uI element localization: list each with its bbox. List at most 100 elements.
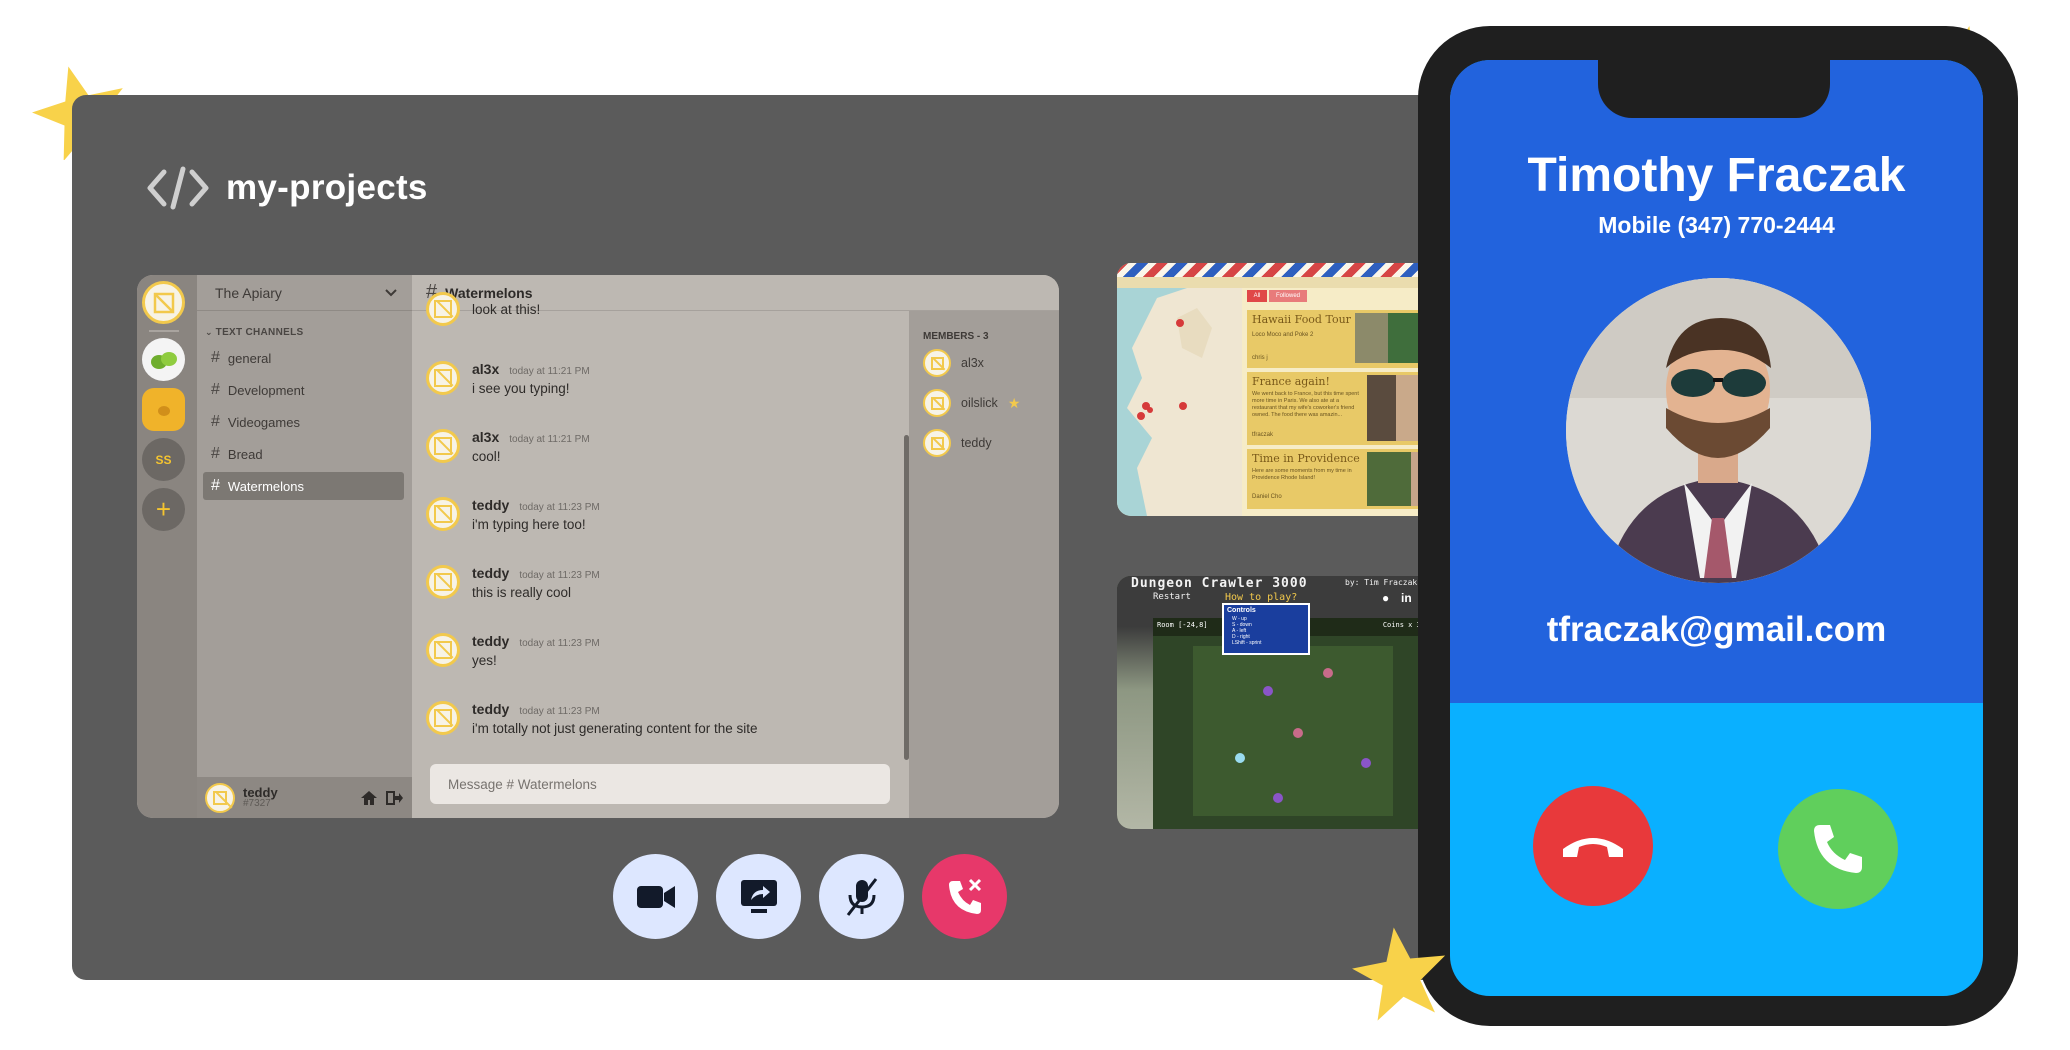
post-author: chris j xyxy=(1252,355,1268,361)
message-avatar xyxy=(426,429,460,463)
message-author[interactable]: teddy xyxy=(472,497,509,513)
screen-share-button[interactable] xyxy=(716,854,801,939)
member-list: MEMBERS - 3 al3x oilslick ★ teddy xyxy=(909,311,1059,818)
message-author[interactable]: al3x xyxy=(472,361,499,377)
message: teddy today at 11:23 PM this is really coo… xyxy=(426,565,896,600)
message-author[interactable]: teddy xyxy=(472,565,509,581)
message: look at this! xyxy=(426,292,896,326)
chat-channel-name: Watermelons xyxy=(445,284,533,301)
add-server-icon[interactable]: + xyxy=(142,488,185,531)
enemy-sprite xyxy=(1323,668,1333,678)
server-bee-icon[interactable] xyxy=(142,388,185,431)
message-author[interactable]: al3x xyxy=(472,429,499,445)
post-title: France again! xyxy=(1252,375,1330,388)
member-item[interactable]: teddy xyxy=(923,429,992,457)
message-text: cool! xyxy=(472,449,501,464)
channel-sidebar: The Apiary ⌄ TEXT CHANNELS # general # Dev… xyxy=(197,275,412,818)
filter-followed-button[interactable]: Followed xyxy=(1269,290,1307,302)
message-text: look at this! xyxy=(472,302,541,317)
chat-pane: # Watermelons look at this! al3x today at… xyxy=(412,275,1059,818)
chat-app-preview[interactable]: SS + The Apiary ⌄ TEXT CHANNELS # general… xyxy=(137,275,1059,818)
user-avatar[interactable] xyxy=(205,782,235,813)
game-byline: by: Tim Fraczak xyxy=(1345,578,1418,587)
user-bar: teddy #7327 xyxy=(197,777,412,818)
post-title: Time in Providence xyxy=(1252,452,1360,465)
enemy-sprite xyxy=(1293,728,1303,738)
logout-icon[interactable] xyxy=(386,790,404,806)
server-header[interactable]: The Apiary xyxy=(197,275,412,311)
member-avatar xyxy=(923,389,951,417)
contact-email[interactable]: tfraczak@gmail.com xyxy=(1450,610,1983,650)
message-text: i'm totally not just generating content … xyxy=(472,721,758,736)
server-list: SS + xyxy=(137,275,197,818)
game-title: Dungeon Crawler 3000 xyxy=(1131,576,1308,591)
message-text: yes! xyxy=(472,653,497,668)
project-thumbnail-travel[interactable]: All Followed Hawaii Food Tour Loco Moco … xyxy=(1117,263,1458,516)
server-initials-icon[interactable]: SS xyxy=(142,438,185,481)
message-author[interactable]: teddy xyxy=(472,701,509,717)
server-divider xyxy=(149,330,179,332)
current-user-tag: #7327 xyxy=(243,798,271,809)
message: teddy today at 11:23 PM i'm totally not ju… xyxy=(426,701,896,736)
post-body: Loco Moco and Poke 2 xyxy=(1252,332,1314,338)
video-button[interactable] xyxy=(613,854,698,939)
accept-call-button[interactable] xyxy=(1778,789,1898,909)
message-avatar xyxy=(426,292,460,326)
message-input[interactable]: Message # Watermelons xyxy=(430,764,890,804)
channel-watermelons[interactable]: # Watermelons xyxy=(203,472,404,500)
post-title: Hawaii Food Tour xyxy=(1252,313,1351,326)
hash-icon: # xyxy=(211,477,220,494)
message-time: today at 11:21 PM xyxy=(509,434,590,445)
message-text: this is really cool xyxy=(472,585,572,600)
message-time: today at 11:23 PM xyxy=(519,706,600,717)
contact-photo xyxy=(1566,278,1871,583)
room-label: Room [-24,8] xyxy=(1157,621,1208,629)
github-icon[interactable]: ● xyxy=(1382,591,1389,605)
message-avatar xyxy=(426,497,460,531)
message: teddy today at 11:23 PM yes! xyxy=(426,633,896,668)
channel-general[interactable]: # general xyxy=(203,344,404,372)
filter-all-button[interactable]: All xyxy=(1247,290,1267,302)
enemy-sprite xyxy=(1361,758,1371,768)
member-avatar xyxy=(923,349,951,377)
channel-bread[interactable]: # Bread xyxy=(203,440,404,468)
message: al3x today at 11:21 PM cool! xyxy=(426,429,896,464)
enemy-sprite xyxy=(1263,686,1273,696)
message-time: today at 11:21 PM xyxy=(509,366,590,377)
controls-title: Controls xyxy=(1227,607,1256,614)
restart-button[interactable]: Restart xyxy=(1153,592,1191,602)
hang-up-button[interactable] xyxy=(922,854,1007,939)
project-thumbnail-game[interactable]: Dungeon Crawler 3000 by: Tim Fraczak Res… xyxy=(1117,576,1458,829)
video-camera-icon xyxy=(636,885,675,908)
linkedin-icon[interactable]: in xyxy=(1401,591,1412,605)
member-item[interactable]: oilslick ★ xyxy=(923,389,1020,417)
message-text: i see you typing! xyxy=(472,381,570,396)
airmail-border xyxy=(1117,263,1458,277)
member-item[interactable]: al3x xyxy=(923,349,984,377)
hash-icon: # xyxy=(211,349,220,366)
contact-phone[interactable]: Mobile (347) 770-2444 xyxy=(1450,212,1983,239)
post-author: Daniel Cho xyxy=(1252,494,1282,500)
channel-videogames[interactable]: # Videogames xyxy=(203,408,404,436)
screen-share-icon xyxy=(740,879,777,913)
decline-call-button[interactable] xyxy=(1533,786,1653,906)
message: al3x today at 11:21 PM i see you typing! xyxy=(426,361,896,396)
home-icon[interactable] xyxy=(360,790,378,806)
member-avatar xyxy=(923,429,951,457)
window-title: my-projects xyxy=(146,160,428,216)
mute-button[interactable] xyxy=(819,854,904,939)
page-title: my-projects xyxy=(226,168,428,207)
phone-decline-icon xyxy=(1563,838,1623,857)
server-initials: SS xyxy=(155,452,172,467)
message: teddy today at 11:23 PM i'm typing here to… xyxy=(426,497,896,532)
server-lime-icon[interactable] xyxy=(142,338,185,381)
hash-icon: # xyxy=(211,413,220,430)
message-author[interactable]: teddy xyxy=(472,633,509,649)
star-icon: ★ xyxy=(1007,394,1021,411)
channel-development[interactable]: # Development xyxy=(203,376,404,404)
server-home-icon[interactable] xyxy=(142,281,185,324)
message-input-placeholder: Message # Watermelons xyxy=(448,776,597,792)
how-to-play-button[interactable]: How to play? xyxy=(1225,592,1297,603)
members-label: MEMBERS - 3 xyxy=(923,331,989,342)
post-body: Here are some moments from my time in Pr… xyxy=(1252,468,1352,482)
